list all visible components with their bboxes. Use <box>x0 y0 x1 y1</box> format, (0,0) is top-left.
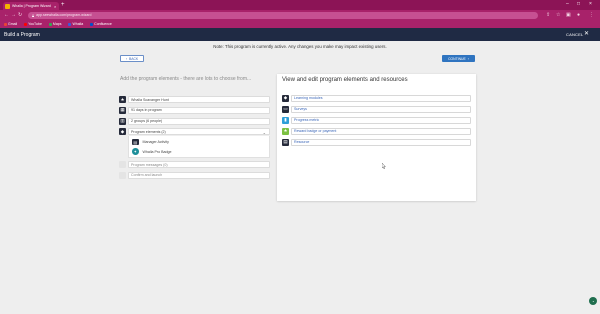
star-icon: ★ <box>119 96 126 103</box>
program-elements-label: Program elements (2) <box>131 129 166 134</box>
bookmark-favicon-icon <box>24 22 28 26</box>
resource-row[interactable]: ◆ Learning modules <box>282 94 471 103</box>
browser-tab-title: Whalla | Program Wizard <box>12 4 51 8</box>
url-field[interactable]: 🔒︎ app.seewhalla.com/program-wizard <box>28 11 538 19</box>
resource-row[interactable]: ▤ Resource <box>282 138 471 147</box>
reward-icon: ★ <box>282 127 289 135</box>
back-button-label: BACK <box>128 56 139 61</box>
profile-icon[interactable]: ● <box>577 12 580 18</box>
favicon-icon <box>5 3 10 9</box>
element-label: Confirm and launch <box>128 171 270 179</box>
page-title: Build a Program <box>4 31 40 38</box>
resources-panel-title: View and edit program elements and resou… <box>282 77 408 83</box>
chart-icon: ▮ <box>282 116 289 124</box>
bookmark-item[interactable]: YouTube <box>24 22 42 26</box>
active-program-note: Note: This program is currently active. … <box>213 44 387 49</box>
browser-tab[interactable]: Whalla | Program Wizard × <box>3 2 59 10</box>
continue-button[interactable]: CONTINUE › <box>442 55 475 62</box>
back-arrow-icon[interactable]: ← <box>4 12 9 18</box>
messages-icon <box>119 161 126 169</box>
element-row-program-elements[interactable]: ◆ Program elements (2) ⌄ <box>119 127 270 136</box>
bookmark-favicon-icon <box>48 22 52 26</box>
elements-heading: Add the program elements - there are lot… <box>120 76 252 82</box>
bookmark-star-icon[interactable]: ☆ <box>556 12 560 18</box>
badge-icon: ✦ <box>132 148 139 155</box>
survey-icon: ▭ <box>282 105 289 113</box>
resource-row[interactable]: ★ Reward badge or payment <box>282 127 471 136</box>
cancel-button[interactable]: CANCEL <box>566 32 583 37</box>
chat-icon: ◔ <box>591 298 595 304</box>
extensions-icon[interactable]: ▣ <box>566 12 571 18</box>
element-label: Program messages (0) <box>128 161 270 169</box>
browser-menu-icon[interactable]: ⋮ <box>589 12 594 18</box>
reload-icon[interactable]: ↻ <box>18 12 22 18</box>
forward-arrow-icon[interactable]: → <box>11 12 16 18</box>
resource-row[interactable]: ▮ Progress metric <box>282 116 471 125</box>
resources-list: ◆ Learning modules ▭ Surveys ▮ Progress metri… <box>282 94 471 149</box>
bookmarks-bar: Gmail YouTube Maps Whalla Confluence <box>0 20 600 28</box>
resource-link[interactable]: Surveys <box>291 105 471 113</box>
chevron-down-icon[interactable]: ⌄ <box>263 130 266 135</box>
element-row-confirm-launch: Confirm and launch <box>119 171 270 180</box>
lock-icon: 🔒︎ <box>32 12 35 18</box>
element-label: Program elements (2) ⌄ <box>128 128 270 136</box>
document-icon: ▤ <box>282 138 289 146</box>
bookmark-favicon-icon <box>90 22 94 26</box>
bookmark-item[interactable]: Confluence <box>90 22 112 26</box>
sub-item-label: Manager Activity <box>142 140 169 145</box>
url-text: app.seewhalla.com/program-wizard <box>36 13 92 17</box>
mortarboard-icon: ◆ <box>282 94 289 102</box>
bookmark-item[interactable]: Gmail <box>4 22 17 26</box>
back-button[interactable]: ‹ BACK <box>120 55 144 62</box>
address-bar-row: ← → ↻ 🔒︎ app.seewhalla.com/program-wizar… <box>0 10 600 20</box>
app-header: Build a Program CANCEL ✕ <box>0 28 600 41</box>
element-row-groups[interactable]: ▥ 2 groups (6 people) <box>119 117 270 126</box>
mouse-cursor-icon <box>382 163 386 169</box>
clipboard-icon: ▤ <box>132 138 139 146</box>
bookmark-label: Whalla <box>72 22 84 26</box>
people-icon: ▥ <box>119 117 126 125</box>
resource-link[interactable]: Progress metric <box>291 116 471 124</box>
launch-icon <box>119 171 126 179</box>
bookmark-item[interactable]: Whalla <box>68 22 83 26</box>
help-chat-button[interactable]: ◔ <box>589 297 597 305</box>
sub-item-manager-activity[interactable]: ▤ Manager Activity <box>132 137 267 147</box>
tab-close-icon[interactable]: × <box>54 4 59 9</box>
sub-item-pro-badge[interactable]: ✦ Whalla Pro Badge <box>132 147 267 157</box>
resource-row[interactable]: ▭ Surveys <box>282 105 471 114</box>
bookmark-item[interactable]: Maps <box>48 22 62 26</box>
sub-item-label: Whalla Pro Badge <box>142 149 172 154</box>
window-close-icon[interactable]: × <box>589 1 592 7</box>
mortarboard-icon: ◆ <box>119 128 126 136</box>
minimize-icon[interactable]: – <box>566 1 569 7</box>
calendar-icon: ▦ <box>119 106 126 114</box>
resources-panel: View and edit program elements and resou… <box>277 74 476 201</box>
bookmark-label: Confluence <box>94 22 112 26</box>
continue-button-label: CONTINUE <box>448 56 466 61</box>
element-label: 91 days in program <box>128 106 270 114</box>
element-label: Whalla Scavanger Hunt <box>128 96 270 103</box>
bookmark-label: Maps <box>52 22 62 26</box>
bookmark-label: Gmail <box>8 22 18 26</box>
program-elements-list: ★ Whalla Scavanger Hunt ▦ 91 days in pro… <box>119 95 270 182</box>
close-icon[interactable]: ✕ <box>584 31 589 38</box>
element-label: 2 groups (6 people) <box>128 117 270 125</box>
element-row-duration[interactable]: ▦ 91 days in program <box>119 106 270 115</box>
resource-link[interactable]: Learning modules <box>291 94 471 102</box>
element-row-program-messages: Program messages (0) <box>119 160 270 169</box>
bookmark-favicon-icon <box>4 22 7 26</box>
chevron-right-icon: › <box>467 56 469 61</box>
program-elements-expanded: ▤ Manager Activity ✦ Whalla Pro Badge <box>128 136 270 159</box>
resource-link[interactable]: Reward badge or payment <box>291 127 471 135</box>
chevron-left-icon: ‹ <box>125 56 127 61</box>
bookmark-favicon-icon <box>68 22 72 26</box>
bookmark-label: YouTube <box>28 22 42 26</box>
new-tab-button[interactable]: + <box>61 2 65 9</box>
maximize-icon[interactable]: □ <box>577 1 580 7</box>
browser-tab-strip: Whalla | Program Wizard × + – □ × <box>0 0 600 10</box>
resource-link[interactable]: Resource <box>291 138 471 146</box>
element-row-scavenger-hunt[interactable]: ★ Whalla Scavanger Hunt <box>119 95 270 104</box>
share-icon[interactable]: ⇪ <box>546 12 550 18</box>
